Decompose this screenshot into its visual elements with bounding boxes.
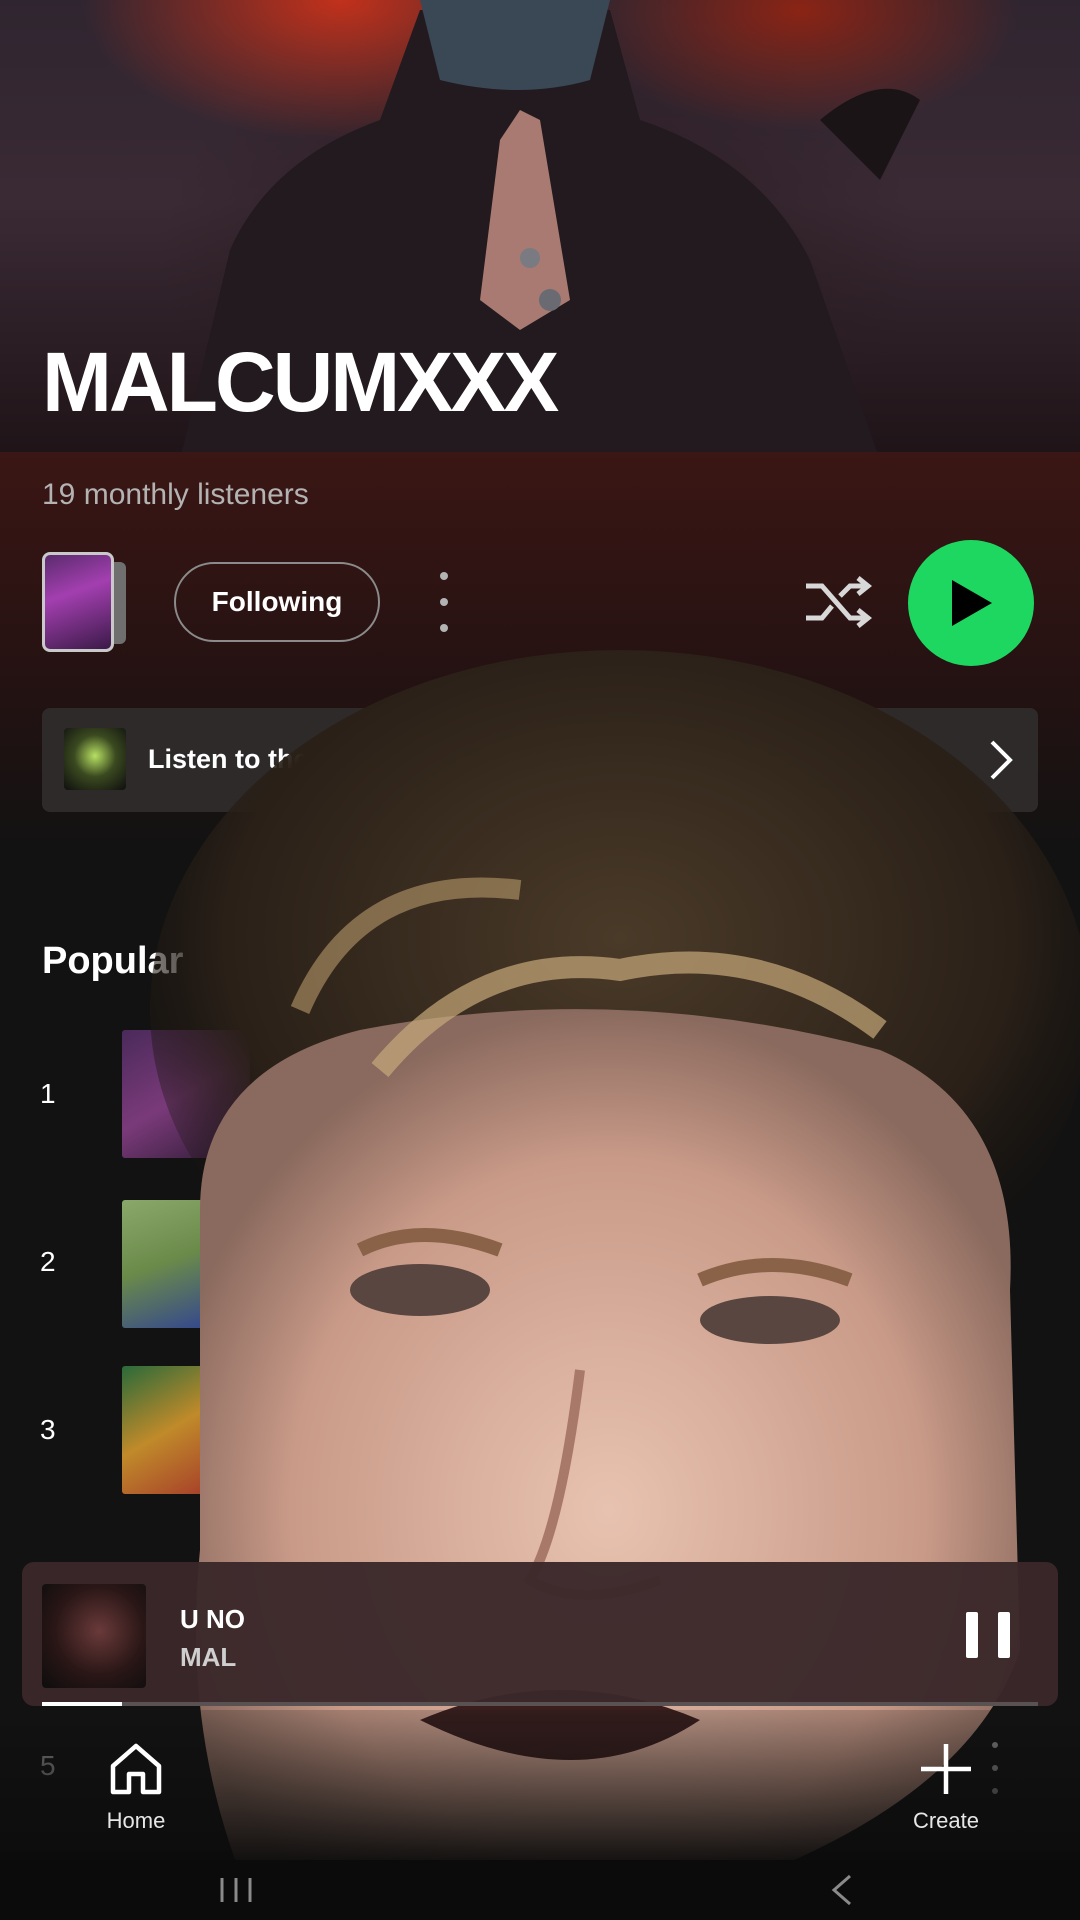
- playback-progress: [42, 1702, 1038, 1706]
- track-row[interactable]: 3: [0, 1360, 1080, 1500]
- track-artwork: [122, 1200, 250, 1328]
- track-artwork: [122, 1366, 250, 1494]
- following-button[interactable]: Following: [174, 562, 380, 642]
- nav-create[interactable]: Create: [866, 1740, 1026, 1834]
- now-playing-artwork: [42, 1584, 146, 1688]
- artist-hero-image: MALCUMXXX: [0, 0, 1080, 452]
- more-vertical-icon[interactable]: [426, 572, 462, 632]
- nav-home-label: Home: [106, 1808, 166, 1833]
- chevron-right-icon: [990, 740, 1013, 780]
- artist-album-thumbnail[interactable]: [42, 552, 114, 652]
- nav-home[interactable]: Home: [56, 1740, 216, 1834]
- new-track-banner[interactable]: Listen to the new track: [42, 708, 1038, 812]
- popular-section-title: Popular: [42, 940, 184, 982]
- now-playing-bar[interactable]: U NO MAL: [22, 1562, 1058, 1706]
- track-rank: 3: [40, 1414, 56, 1445]
- home-icon: [110, 1743, 162, 1795]
- now-playing-artist: MAL: [180, 1642, 237, 1672]
- system-navigation-bar: [0, 1860, 1080, 1920]
- pause-icon[interactable]: [966, 1612, 1010, 1658]
- track-more-icon[interactable]: [990, 1406, 1000, 1458]
- monthly-listeners: 19 monthly listeners: [42, 478, 309, 511]
- track-rank: 2: [40, 1246, 56, 1277]
- playback-progress-fill: [42, 1702, 122, 1706]
- bottom-navigation: Home Create: [0, 1710, 1080, 1860]
- track-artwork: [122, 1030, 250, 1158]
- track-row[interactable]: 2: [0, 1192, 1080, 1332]
- track-row[interactable]: 1: [0, 1024, 1080, 1164]
- nav-create-label: Create: [912, 1808, 980, 1833]
- track-rank: 1: [40, 1078, 56, 1109]
- now-playing-title: U NO: [180, 1604, 245, 1634]
- new-track-artwork: [64, 728, 126, 790]
- recent-apps-icon[interactable]: [214, 1874, 258, 1906]
- play-icon: [952, 580, 992, 626]
- back-icon[interactable]: [826, 1872, 856, 1908]
- play-button[interactable]: [908, 540, 1034, 666]
- new-track-label: Listen to the new track: [148, 744, 441, 774]
- plus-icon: [921, 1744, 971, 1794]
- artist-name: MALCUMXXX: [42, 335, 559, 429]
- shuffle-icon[interactable]: [802, 570, 874, 634]
